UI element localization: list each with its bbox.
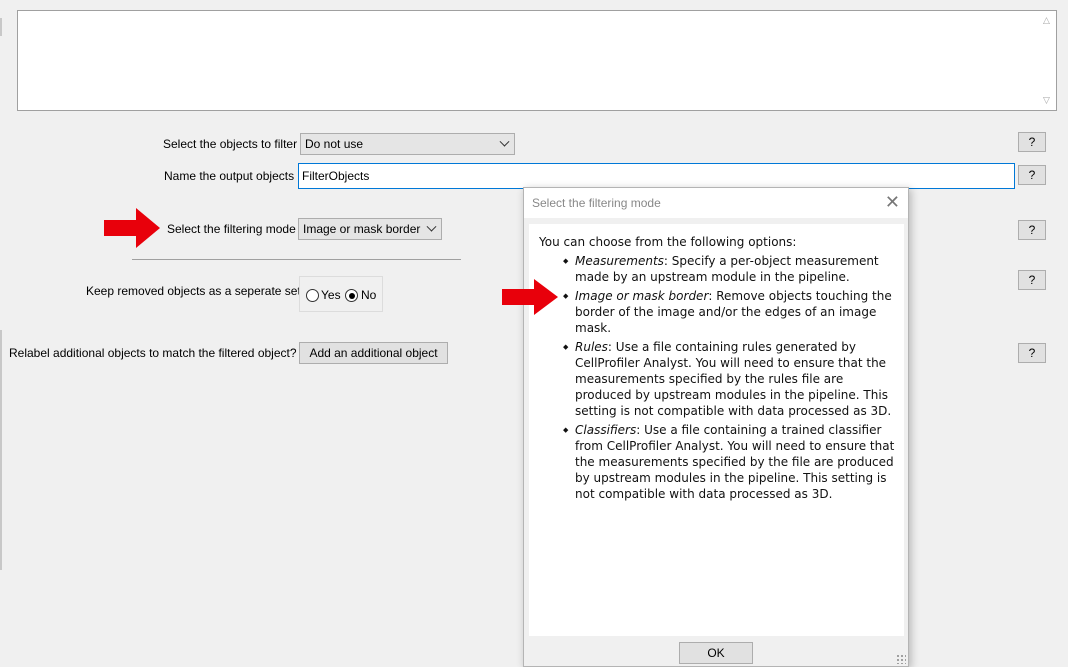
keep-removed-label: Keep removed objects as a seperate set? <box>86 284 308 298</box>
output-objects-input[interactable]: FilterObjects <box>298 163 1015 189</box>
filtering-mode-label: Select the filtering mode <box>167 222 296 236</box>
relabel-label: Relabel additional objects to match the … <box>9 346 297 360</box>
output-objects-help-button[interactable]: ? <box>1018 165 1046 185</box>
keep-removed-no-label[interactable]: No <box>361 288 376 302</box>
chevron-down-icon <box>499 136 510 147</box>
section-divider <box>132 259 461 260</box>
dialog-intro: You can choose from the following option… <box>539 235 797 249</box>
chevron-down-icon <box>426 221 437 232</box>
option-rules: Rules: Use a file containing rules gener… <box>563 339 896 419</box>
panel-edge-bottom <box>0 330 2 570</box>
dialog-title: Select the filtering mode <box>532 196 661 210</box>
option-image-or-mask-border: Image or mask border: Remove objects tou… <box>563 288 896 336</box>
keep-removed-yes-label[interactable]: Yes <box>321 288 341 302</box>
keep-removed-help-button[interactable]: ? <box>1018 270 1046 290</box>
option-measurements: Measurements: Specify a per-object measu… <box>563 253 896 285</box>
option-term: Image or mask border <box>575 289 709 303</box>
keep-removed-radio-group: Yes No <box>299 276 383 312</box>
options-list: Measurements: Specify a per-object measu… <box>539 253 896 502</box>
annotation-arrow-icon <box>104 208 160 248</box>
keep-removed-no-radio[interactable] <box>345 289 358 302</box>
option-term: Measurements <box>575 254 664 268</box>
filtering-mode-value: Image or mask border <box>303 222 421 236</box>
dialog-content: You can choose from the following option… <box>529 224 904 636</box>
option-classifiers: Classifiers: Use a file containing a tra… <box>563 422 896 502</box>
textarea-scrollbar[interactable]: △ ▽ <box>1039 11 1056 110</box>
help-dialog: Select the filtering mode ✕ You can choo… <box>523 187 909 667</box>
filtering-mode-help-button[interactable]: ? <box>1018 220 1046 240</box>
scroll-up-icon[interactable]: △ <box>1043 15 1050 26</box>
keep-removed-yes-radio[interactable] <box>306 289 319 302</box>
scroll-down-icon[interactable]: ▽ <box>1043 95 1050 106</box>
annotation-arrow-icon <box>502 279 558 315</box>
close-icon[interactable]: ✕ <box>885 192 900 213</box>
objects-to-filter-help-button[interactable]: ? <box>1018 132 1046 152</box>
resize-grip-icon[interactable] <box>896 654 906 664</box>
dialog-titlebar[interactable]: Select the filtering mode ✕ <box>524 188 908 218</box>
option-term: Rules <box>575 340 608 354</box>
ok-button[interactable]: OK <box>679 642 753 664</box>
panel-edge-top <box>0 18 2 36</box>
option-term: Classifiers <box>575 423 637 437</box>
notes-textarea[interactable]: △ ▽ <box>17 10 1057 111</box>
output-objects-label: Name the output objects <box>164 169 295 183</box>
filtering-mode-select[interactable]: Image or mask border <box>298 218 442 240</box>
objects-to-filter-select[interactable]: Do not use <box>300 133 515 155</box>
objects-to-filter-value: Do not use <box>305 137 364 151</box>
objects-to-filter-label: Select the objects to filter <box>163 137 298 151</box>
option-description: : Use a file containing rules generated … <box>575 340 892 418</box>
relabel-help-button[interactable]: ? <box>1018 343 1046 363</box>
add-additional-object-button[interactable]: Add an additional object <box>299 342 448 364</box>
